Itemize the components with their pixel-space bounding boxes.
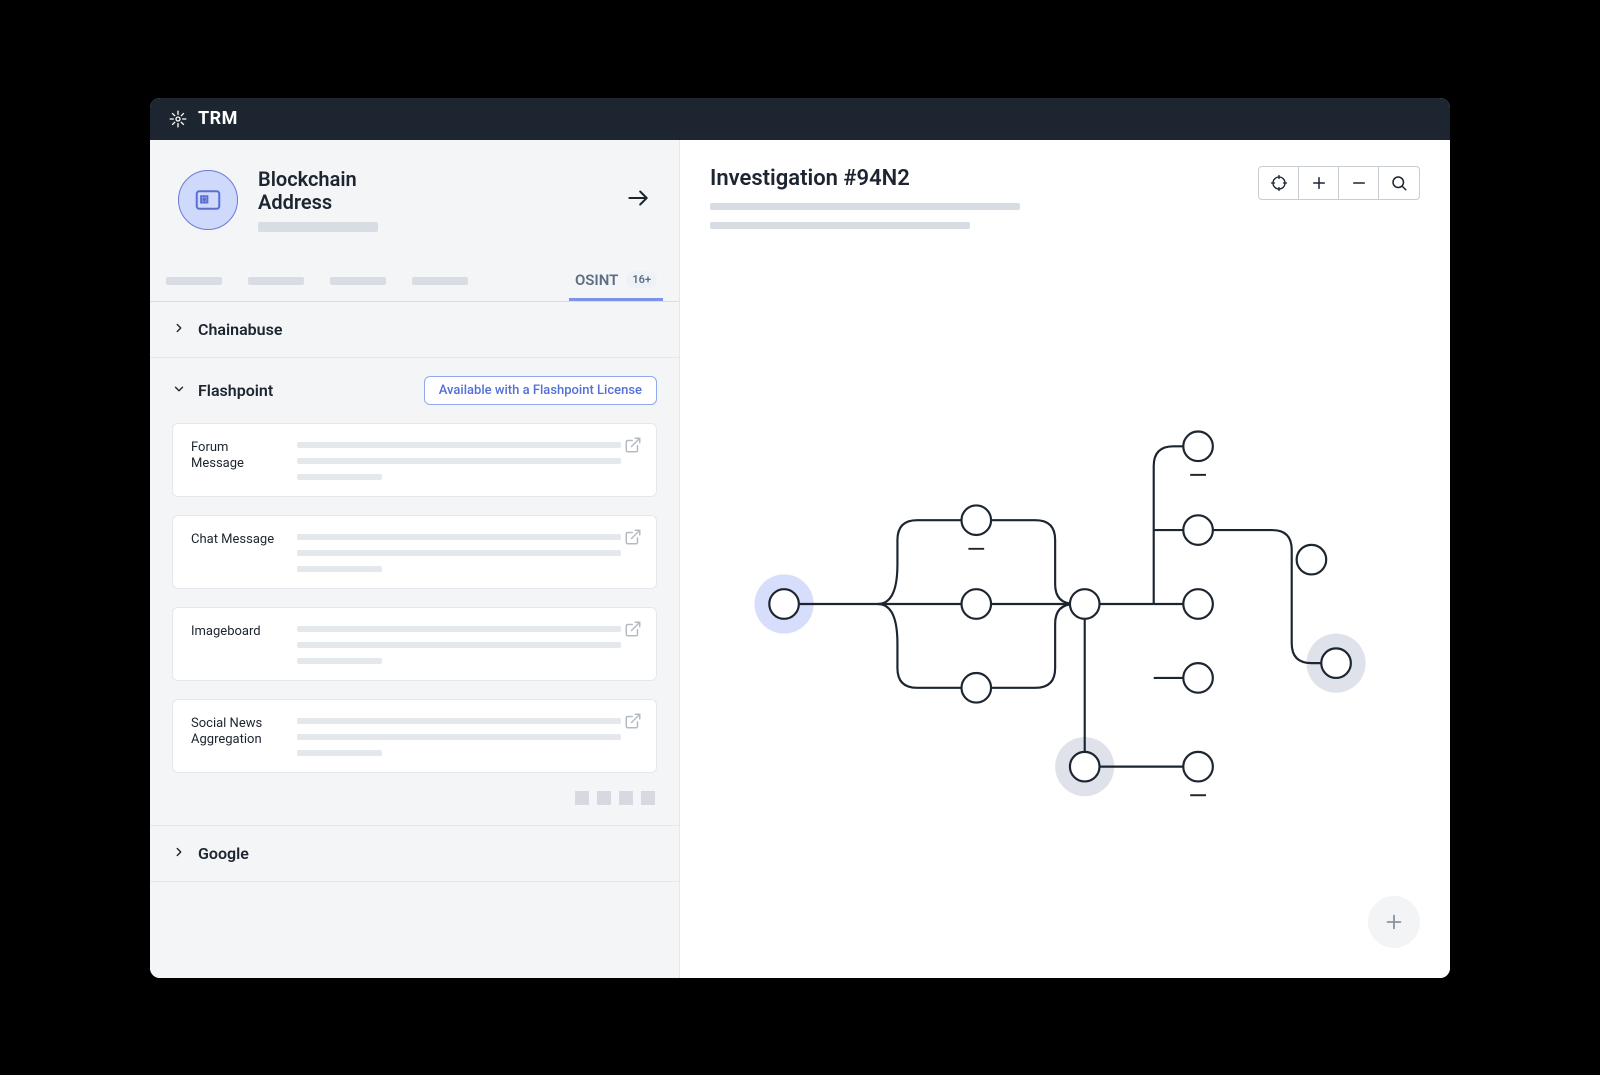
investigation-subtitle-placeholder xyxy=(710,203,1020,210)
graph-toolbar xyxy=(1258,166,1420,200)
external-link-icon[interactable] xyxy=(624,436,642,458)
tab-osint-label: OSINT xyxy=(575,271,618,289)
recenter-button[interactable] xyxy=(1259,167,1299,199)
brand-name: TRM xyxy=(198,108,238,129)
entity-title-line2: Address xyxy=(258,190,332,214)
osint-card-imageboard[interactable]: Imageboard xyxy=(172,607,657,681)
section-flashpoint-title: Flashpoint xyxy=(198,381,273,400)
tab-osint[interactable]: OSINT 16+ xyxy=(569,262,663,301)
external-link-icon[interactable] xyxy=(624,712,642,734)
tab-placeholder[interactable] xyxy=(248,277,304,285)
investigation-title: Investigation #94N2 xyxy=(710,166,1020,191)
entity-header: Blockchain Address xyxy=(150,140,679,232)
tab-placeholder[interactable] xyxy=(166,277,222,285)
chevron-right-icon xyxy=(172,320,186,339)
osint-card-type: Forum Message xyxy=(191,440,275,473)
tab-placeholder[interactable] xyxy=(412,277,468,285)
flashpoint-license-chip[interactable]: Available with a Flashpoint License xyxy=(424,376,657,405)
section-flashpoint: Flashpoint Available with a Flashpoint L… xyxy=(150,358,679,826)
chevron-down-icon xyxy=(172,381,186,400)
title-bar: TRM xyxy=(150,98,1450,140)
brand-icon xyxy=(168,109,188,129)
osint-card-type: Chat Message xyxy=(191,532,275,548)
tab-placeholder[interactable] xyxy=(330,277,386,285)
osint-card-placeholder-lines xyxy=(297,624,638,664)
section-flashpoint-header[interactable]: Flashpoint Available with a Flashpoint L… xyxy=(150,358,679,423)
section-chainabuse-title: Chainabuse xyxy=(198,320,282,339)
pager xyxy=(172,791,657,811)
section-flashpoint-body: Forum Message Chat Message xyxy=(150,423,679,825)
add-node-button[interactable] xyxy=(1368,896,1420,948)
osint-card-placeholder-lines xyxy=(297,440,638,480)
search-button[interactable] xyxy=(1379,167,1419,199)
arrow-right-icon[interactable] xyxy=(625,185,651,215)
external-link-icon[interactable] xyxy=(624,620,642,642)
osint-card-placeholder-lines xyxy=(297,532,638,572)
section-chainabuse: Chainabuse xyxy=(150,302,679,358)
app-window: TRM Blockchain Address xyxy=(150,98,1450,978)
osint-card-type: Social News Aggregation xyxy=(191,716,275,749)
osint-card-chat[interactable]: Chat Message xyxy=(172,515,657,589)
graph-canvas[interactable] xyxy=(720,270,1410,938)
pager-dot[interactable] xyxy=(619,791,633,805)
section-google-title: Google xyxy=(198,844,249,863)
entity-title: Blockchain Address xyxy=(258,168,605,232)
osint-card-type: Imageboard xyxy=(191,624,275,640)
osint-card-placeholder-lines xyxy=(297,716,638,756)
investigation-header: Investigation #94N2 xyxy=(680,140,1450,229)
pager-dot[interactable] xyxy=(597,791,611,805)
pager-dot[interactable] xyxy=(641,791,655,805)
osint-sections: Chainabuse Flashpoint Available with a F… xyxy=(150,302,679,978)
investigation-subtitle-placeholder xyxy=(710,222,970,229)
entity-avatar xyxy=(178,170,238,230)
tabs-bar: OSINT 16+ xyxy=(150,262,679,302)
entity-subtitle-placeholder xyxy=(258,222,378,232)
pager-dot[interactable] xyxy=(575,791,589,805)
content-split: Blockchain Address OS xyxy=(150,140,1450,978)
right-pane: Investigation #94N2 xyxy=(680,140,1450,978)
section-google-header[interactable]: Google xyxy=(150,826,679,881)
tab-osint-badge: 16+ xyxy=(626,271,657,288)
osint-card-forum[interactable]: Forum Message xyxy=(172,423,657,497)
chevron-right-icon xyxy=(172,844,186,863)
osint-card-socialnews[interactable]: Social News Aggregation xyxy=(172,699,657,773)
left-pane: Blockchain Address OS xyxy=(150,140,680,978)
zoom-in-button[interactable] xyxy=(1299,167,1339,199)
external-link-icon[interactable] xyxy=(624,528,642,550)
zoom-out-button[interactable] xyxy=(1339,167,1379,199)
section-google: Google xyxy=(150,826,679,882)
entity-title-line1: Blockchain xyxy=(258,167,357,191)
section-chainabuse-header[interactable]: Chainabuse xyxy=(150,302,679,357)
